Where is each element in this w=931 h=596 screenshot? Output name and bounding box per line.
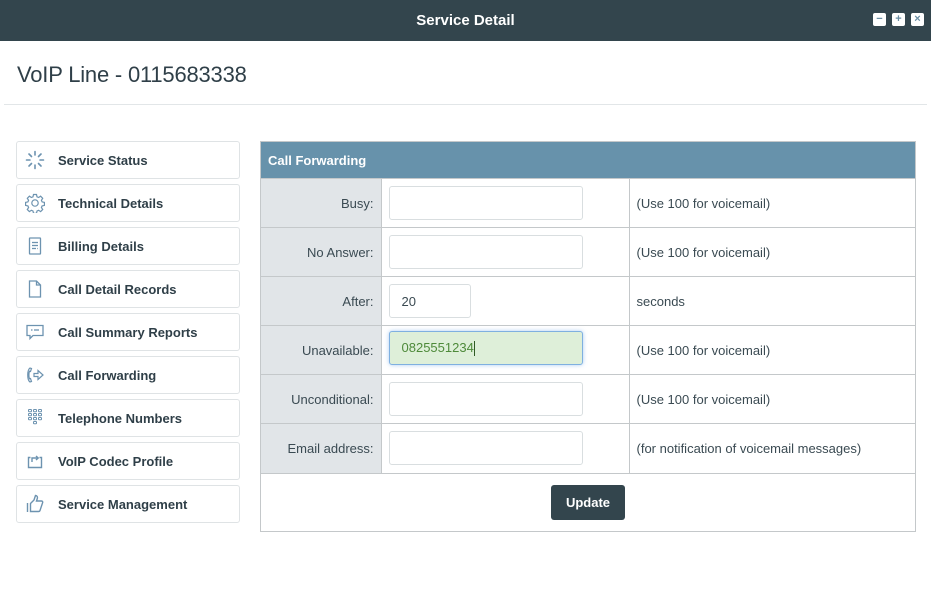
form-row-no-answer: No Answer: (Use 100 for voicemail) (261, 227, 915, 277)
field-hint: (Use 100 for voicemail) (629, 178, 915, 228)
field-label: Unavailable: (261, 325, 382, 375)
window-title: Service Detail (416, 12, 515, 29)
share-box-icon (25, 451, 45, 471)
form-row-busy: Busy: (Use 100 for voicemail) (261, 178, 915, 228)
unavailable-input[interactable] (388, 330, 583, 365)
maximize-icon: + (895, 13, 902, 25)
field-label: Email address: (261, 423, 382, 473)
page-title: VoIP Line - 0115683338 (17, 62, 247, 87)
sidebar-item-technical-details[interactable]: Technical Details (16, 184, 240, 222)
busy-input[interactable] (388, 186, 583, 220)
minimize-button[interactable]: − (873, 13, 886, 26)
sidebar-item-label: Service Status (58, 152, 148, 168)
unavailable-input-wrap: 0825551234 (388, 330, 583, 365)
call-forwarding-form: Busy: (Use 100 for voicemail) No Answer:… (261, 178, 915, 473)
after-seconds-input[interactable] (388, 284, 471, 318)
sidebar-item-service-status[interactable]: Service Status (16, 141, 240, 179)
field-hint: (Use 100 for voicemail) (629, 325, 915, 375)
sidebar-item-label: Billing Details (58, 238, 144, 254)
sidebar: Service Status Technical Details Billing… (16, 141, 240, 528)
phone-forward-icon (25, 365, 45, 385)
field-label: After: (261, 276, 382, 326)
thumbs-up-icon (25, 494, 45, 514)
sidebar-item-label: Call Detail Records (58, 281, 177, 297)
file-icon (25, 279, 45, 299)
field-hint: (Use 100 for voicemail) (629, 227, 915, 277)
form-row-email: Email address: (for notification of voic… (261, 423, 915, 473)
field-label: Unconditional: (261, 374, 382, 424)
document-list-icon (25, 236, 45, 256)
form-row-unconditional: Unconditional: (Use 100 for voicemail) (261, 374, 915, 424)
sidebar-item-billing-details[interactable]: Billing Details (16, 227, 240, 265)
maximize-button[interactable]: + (892, 13, 905, 26)
sidebar-item-telephone-numbers[interactable]: Telephone Numbers (16, 399, 240, 437)
sidebar-item-voip-codec-profile[interactable]: VoIP Codec Profile (16, 442, 240, 480)
sidebar-item-label: Service Management (58, 496, 188, 512)
no-answer-input[interactable] (388, 235, 583, 269)
field-hint: seconds (629, 276, 915, 326)
chat-bubble-icon (25, 322, 45, 342)
close-icon: × (914, 13, 921, 25)
unconditional-input[interactable] (388, 382, 583, 416)
field-label: Busy: (261, 178, 382, 228)
window-titlebar: Service Detail − + × (0, 0, 931, 41)
sidebar-item-label: Call Summary Reports (58, 324, 198, 340)
sidebar-item-call-forwarding[interactable]: Call Forwarding (16, 356, 240, 394)
sidebar-item-service-management[interactable]: Service Management (16, 485, 240, 523)
sidebar-item-label: Call Forwarding (58, 367, 157, 383)
form-row-after: After: seconds (261, 276, 915, 326)
field-hint: (for notification of voicemail messages) (629, 423, 915, 473)
close-button[interactable]: × (911, 13, 924, 26)
minimize-icon: − (876, 13, 883, 25)
form-row-unavailable: Unavailable: 0825551234 (Use 100 for voi… (261, 325, 915, 375)
window-controls: − + × (873, 13, 924, 26)
gear-icon (25, 193, 45, 213)
call-forwarding-panel: Call Forwarding Busy: (Use 100 for voice… (260, 141, 916, 532)
sidebar-item-call-detail-records[interactable]: Call Detail Records (16, 270, 240, 308)
sidebar-item-call-summary-reports[interactable]: Call Summary Reports (16, 313, 240, 351)
email-address-input[interactable] (388, 431, 583, 466)
sidebar-item-label: Technical Details (58, 195, 164, 211)
field-hint: (Use 100 for voicemail) (629, 374, 915, 424)
sidebar-item-label: Telephone Numbers (58, 410, 183, 426)
field-label: No Answer: (261, 227, 382, 277)
update-button[interactable]: Update (551, 484, 625, 520)
form-footer: Update (261, 472, 915, 531)
sidebar-item-label: VoIP Codec Profile (58, 453, 174, 469)
keypad-icon (25, 408, 45, 428)
title-divider (4, 104, 927, 105)
spinner-icon (25, 150, 45, 170)
panel-header: Call Forwarding (261, 142, 915, 178)
